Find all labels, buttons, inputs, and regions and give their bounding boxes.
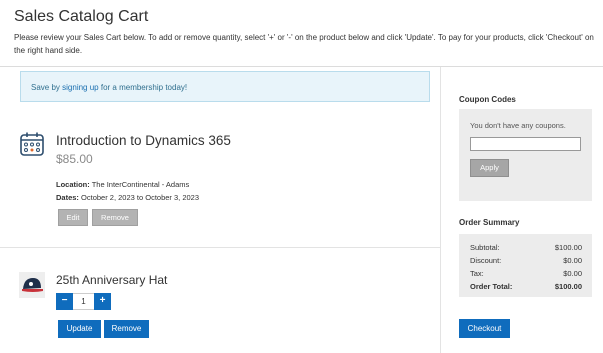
banner-prefix: Save by — [31, 83, 63, 92]
decrease-quantity-button[interactable]: − — [56, 293, 73, 310]
order-summary-heading: Order Summary — [459, 218, 520, 227]
update-button[interactable]: Update — [58, 320, 101, 338]
hat-image — [19, 272, 45, 298]
edit-button[interactable]: Edit — [58, 209, 88, 226]
summary-value: $100.00 — [554, 243, 582, 252]
summary-label: Order Total: — [470, 282, 513, 291]
dates-label: Dates: — [56, 193, 79, 202]
coupon-heading: Coupon Codes — [459, 95, 516, 104]
quantity-stepper: − 1 + — [56, 293, 111, 310]
summary-label: Discount: — [470, 256, 502, 265]
summary-label: Tax: — [470, 269, 484, 278]
page-intro: Please review your Sales Cart below. To … — [14, 33, 594, 55]
page-title: Sales Catalog Cart — [14, 8, 149, 25]
item-price: $85.00 — [56, 152, 93, 166]
summary-row-tax: Tax: $0.00 — [470, 269, 582, 278]
item-divider — [0, 247, 440, 248]
summary-value: $0.00 — [563, 256, 582, 265]
remove-button[interactable]: Remove — [92, 209, 138, 226]
dates-value: October 2, 2023 to October 3, 2023 — [78, 193, 200, 202]
item-location: Location: The InterContinental - Adams — [56, 180, 189, 189]
increase-quantity-button[interactable]: + — [94, 293, 111, 310]
banner-suffix: for a membership today! — [98, 83, 188, 92]
checkout-button[interactable]: Checkout — [459, 319, 510, 338]
item-dates: Dates: October 2, 2023 to October 3, 202… — [56, 193, 199, 202]
item-title: 25th Anniversary Hat — [56, 273, 168, 287]
quantity-input[interactable]: 1 — [73, 293, 94, 310]
summary-row-discount: Discount: $0.00 — [470, 256, 582, 265]
column-divider — [440, 67, 441, 353]
summary-row-subtotal: Subtotal: $100.00 — [470, 243, 582, 252]
remove-button[interactable]: Remove — [104, 320, 149, 338]
coupon-code-input[interactable] — [470, 137, 581, 151]
membership-banner: Save by signing up for a membership toda… — [20, 71, 430, 102]
summary-label: Subtotal: — [470, 243, 500, 252]
apply-coupon-button[interactable]: Apply — [470, 159, 509, 177]
summary-row-total: Order Total: $100.00 — [470, 282, 582, 291]
summary-value: $100.00 — [554, 282, 582, 291]
top-divider — [0, 66, 603, 67]
summary-value: $0.00 — [563, 269, 582, 278]
signup-link[interactable]: signing up — [62, 83, 98, 92]
location-label: Location: — [56, 180, 90, 189]
coupon-empty-text: You don't have any coupons. — [470, 121, 566, 130]
location-value: The InterContinental - Adams — [89, 180, 190, 189]
item-title: Introduction to Dynamics 365 — [56, 133, 231, 148]
calendar-icon — [20, 132, 44, 156]
